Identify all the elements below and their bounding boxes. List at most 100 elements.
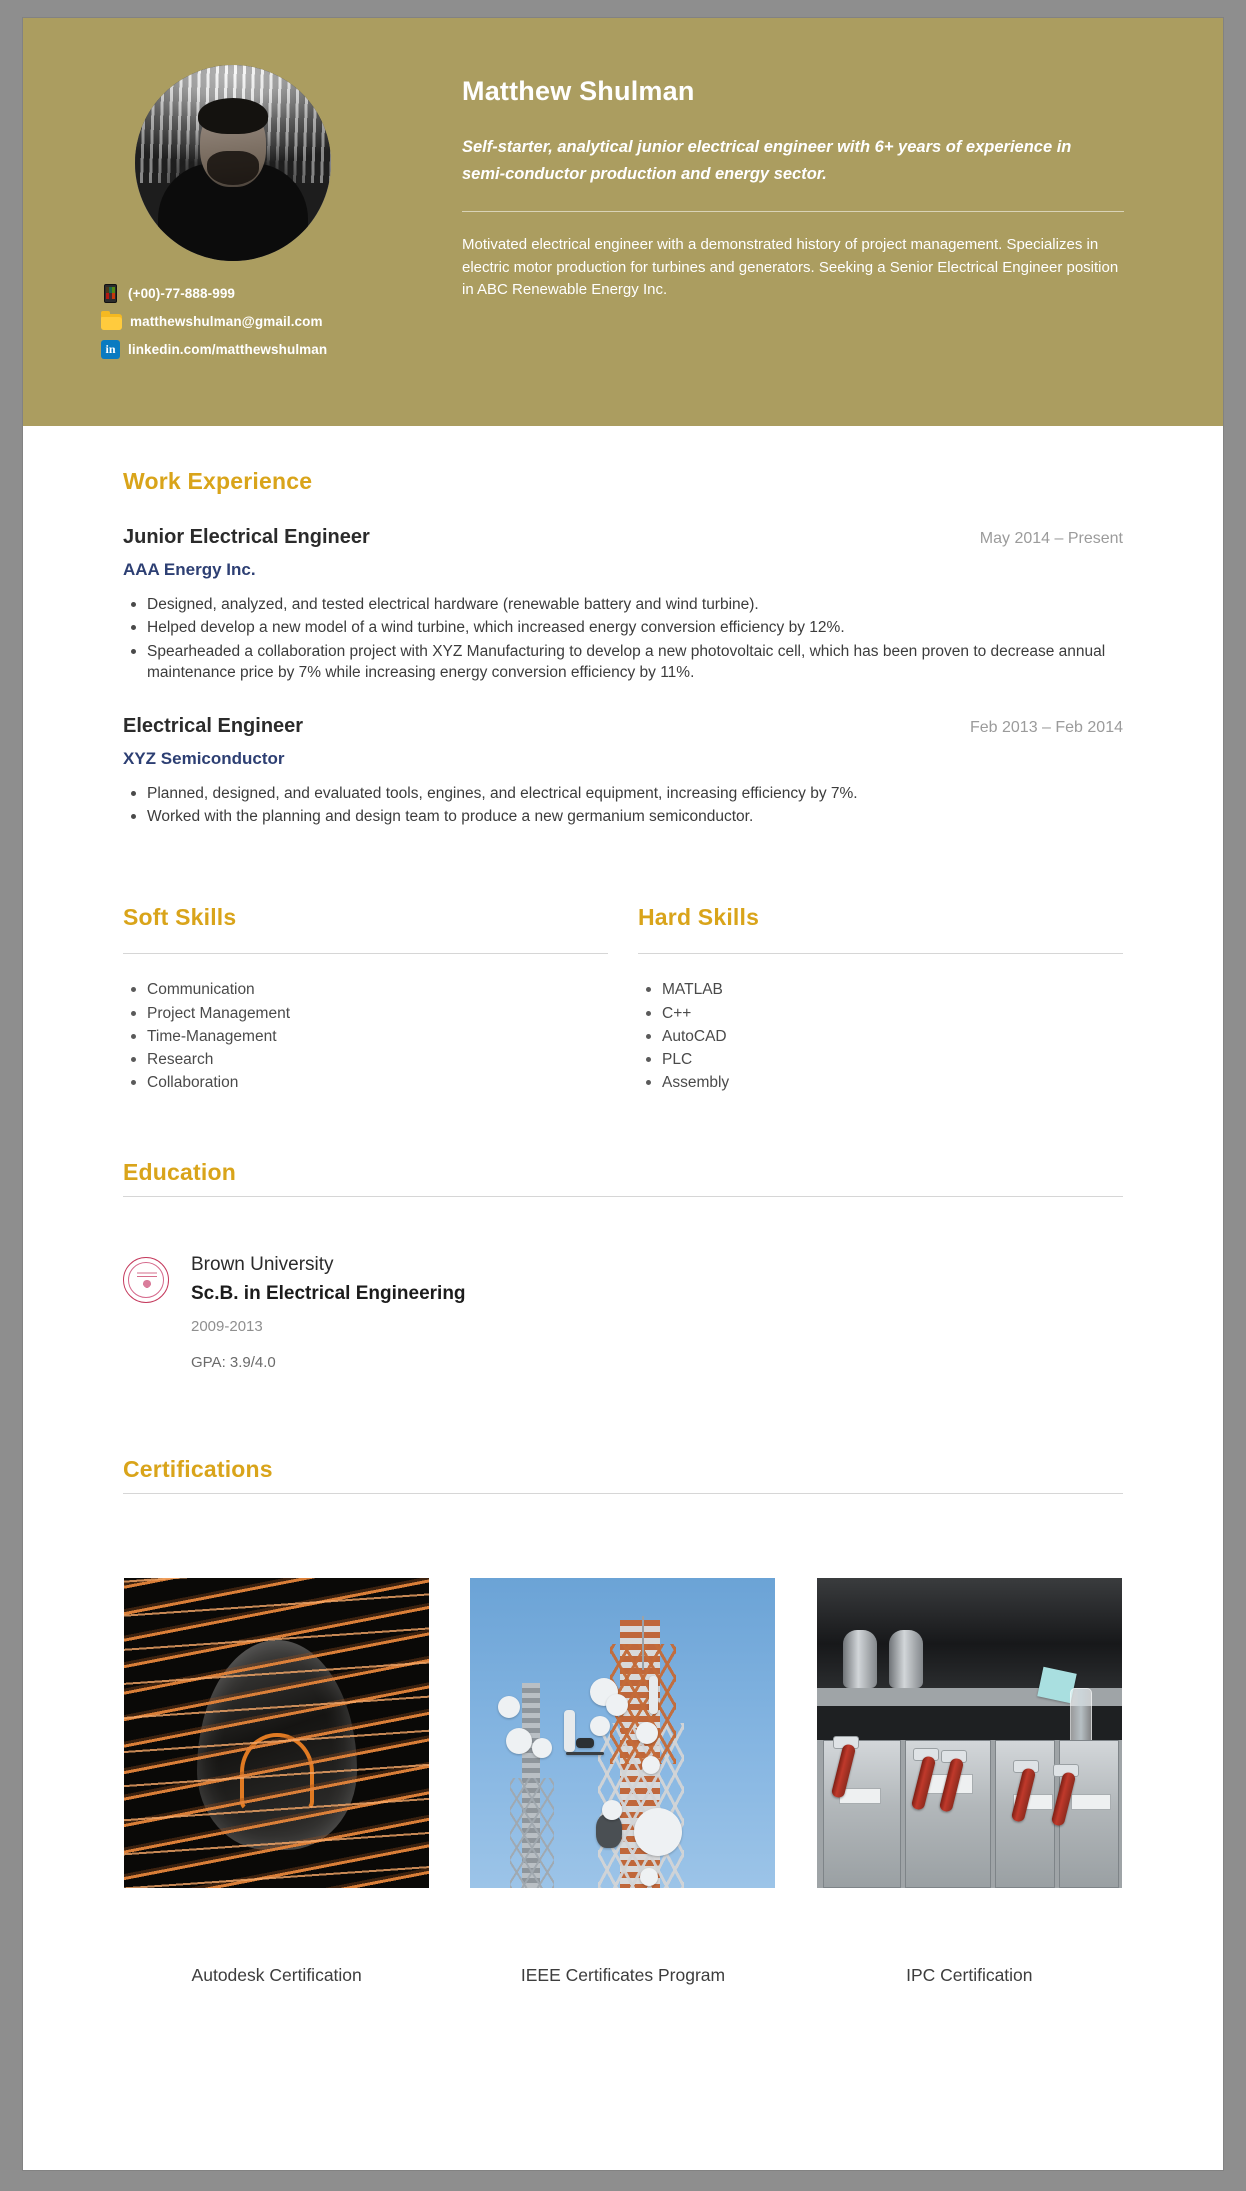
- tower-dish: [640, 1867, 659, 1886]
- tower-dish: [642, 1755, 661, 1774]
- tower-dish: [498, 1695, 521, 1718]
- section-title-work: Work Experience: [123, 468, 313, 494]
- job-entry: Electrical Engineer Feb 2013 – Feb 2014 …: [123, 715, 1123, 828]
- contact-email-text: matthewshulman@gmail.com: [130, 314, 323, 329]
- section-title-hard-skills: Hard Skills: [638, 904, 760, 931]
- job-bullet: Spearheaded a collaboration project with…: [123, 641, 1123, 684]
- job-date: May 2014 – Present: [979, 530, 1123, 547]
- contact-row-linkedin[interactable]: in linkedin.com/matthewshulman: [101, 339, 442, 360]
- tower-dish: [532, 1737, 553, 1758]
- page-frame: (+00)-77-888-999 matthewshulman@gmail.co…: [0, 0, 1246, 2191]
- tower-dish: [636, 1721, 659, 1744]
- section-title-soft-skills: Soft Skills: [123, 904, 237, 931]
- list-item: Research: [123, 1048, 608, 1071]
- tower-dish: [634, 1807, 683, 1856]
- education-entry: Brown University Sc.B. in Electrical Eng…: [123, 1254, 1123, 1371]
- education-details: Brown University Sc.B. in Electrical Eng…: [191, 1254, 466, 1371]
- resume-document: (+00)-77-888-999 matthewshulman@gmail.co…: [23, 18, 1223, 2170]
- section-skills: Soft Skills Communication Project Manage…: [123, 829, 1123, 1094]
- tower-antenna-panel: [649, 1675, 659, 1714]
- list-item: PLC: [638, 1048, 1123, 1071]
- tower-dish: [590, 1715, 611, 1736]
- certifications-divider: [123, 1492, 1123, 1494]
- tower-dish: [602, 1799, 623, 1820]
- avatar-hair: [197, 98, 268, 134]
- list-item: Collaboration: [123, 1071, 608, 1094]
- tower-whip-antenna: [642, 1615, 645, 1670]
- certification-card: IEEE Certificates Program: [469, 1577, 776, 1986]
- section-work-experience: Work Experience Junior Electrical Engine…: [123, 426, 1123, 827]
- hard-skills-divider: [638, 953, 1123, 955]
- list-item: Project Management: [123, 1002, 608, 1025]
- phone-icon: [104, 284, 117, 303]
- switchgear-cylinder: [888, 1629, 923, 1688]
- section-hard-skills: Hard Skills MATLAB C++ AutoCAD PLC Assem…: [638, 904, 1123, 1094]
- certification-caption: IEEE Certificates Program: [520, 1964, 726, 1985]
- education-gpa: GPA: 3.9/4.0: [191, 1353, 276, 1371]
- section-title-certifications: Certifications: [123, 1455, 273, 1482]
- education-school: Brown University: [191, 1253, 334, 1275]
- job-header: Electrical Engineer Feb 2013 – Feb 2014: [123, 715, 1123, 738]
- tower-dish: [606, 1693, 629, 1716]
- list-item: AutoCAD: [638, 1025, 1123, 1048]
- avatar-beard: [206, 151, 259, 185]
- tower-antenna-panel: [564, 1709, 576, 1752]
- education-divider: [123, 1195, 1123, 1197]
- candidate-name: Matthew Shulman: [462, 76, 695, 106]
- tower-lattice-left: [510, 1777, 555, 1888]
- job-company: XYZ Semiconductor: [123, 748, 285, 768]
- candidate-tagline: Self-starter, analytical junior electric…: [462, 138, 1072, 183]
- job-title: Electrical Engineer: [123, 714, 304, 737]
- soft-skills-list: Communication Project Management Time-Ma…: [123, 978, 608, 1094]
- cabinet-label: [1070, 1793, 1111, 1810]
- wire-strands-overlay: [124, 1577, 430, 1888]
- job-company: AAA Energy Inc.: [123, 560, 256, 579]
- job-bullet: Planned, designed, and evaluated tools, …: [123, 783, 1123, 804]
- cell-tower-photo: [470, 1577, 776, 1888]
- certification-card: Autodesk Certification: [123, 1577, 430, 1986]
- job-header: Junior Electrical Engineer May 2014 – Pr…: [123, 526, 1123, 549]
- tower-antenna-panel: [566, 1751, 605, 1755]
- contact-list: (+00)-77-888-999 matthewshulman@gmail.co…: [23, 283, 442, 360]
- education-years: 2009-2013: [191, 1317, 263, 1335]
- university-seal-icon: [123, 1256, 169, 1303]
- email-folder-icon: [101, 310, 122, 330]
- switchgear-cabinet: [822, 1739, 901, 1888]
- list-item: Communication: [123, 978, 608, 1001]
- section-certifications: Certifications Autodesk Certification IE…: [123, 1371, 1123, 1986]
- header-left-column: (+00)-77-888-999 matthewshulman@gmail.co…: [23, 18, 442, 426]
- certification-caption: IPC Certification: [906, 1964, 1033, 1985]
- switchgear-cylinder: [842, 1629, 877, 1688]
- list-item: C++: [638, 1002, 1123, 1025]
- contact-row-phone[interactable]: (+00)-77-888-999: [101, 283, 442, 304]
- job-bullet: Worked with the planning and design team…: [123, 806, 1123, 827]
- section-soft-skills: Soft Skills Communication Project Manage…: [123, 904, 608, 1094]
- resume-body: Work Experience Junior Electrical Engine…: [23, 426, 1223, 1986]
- certification-card: IPC Certification: [816, 1577, 1123, 1986]
- tower-dish: [506, 1727, 533, 1754]
- resume-header: (+00)-77-888-999 matthewshulman@gmail.co…: [23, 18, 1223, 426]
- header-right-column: Matthew Shulman Self-starter, analytical…: [442, 18, 1223, 426]
- soft-skills-divider: [123, 953, 608, 955]
- certification-caption: Autodesk Certification: [191, 1964, 362, 1985]
- list-item: Assembly: [638, 1071, 1123, 1094]
- contact-row-email[interactable]: matthewshulman@gmail.com: [101, 310, 442, 332]
- job-bullet: Helped develop a new model of a wind tur…: [123, 617, 1123, 638]
- contact-phone-text: (+00)-77-888-999: [128, 286, 236, 301]
- job-bullet: Designed, analyzed, and tested electrica…: [123, 594, 1123, 615]
- job-bullet-list: Designed, analyzed, and tested electrica…: [123, 594, 1123, 684]
- copper-wires-lightbulb-photo: [124, 1577, 430, 1888]
- section-education: Education Brown University Sc.B. in Elec…: [123, 1095, 1123, 1371]
- avatar: [134, 65, 331, 261]
- job-date: Feb 2013 – Feb 2014: [969, 718, 1123, 736]
- hard-skills-list: MATLAB C++ AutoCAD PLC Assembly: [638, 978, 1123, 1094]
- electrical-switchgear-photo: [816, 1577, 1122, 1888]
- linkedin-icon: in: [101, 340, 120, 359]
- job-entry: Junior Electrical Engineer May 2014 – Pr…: [123, 526, 1123, 684]
- header-divider: [462, 211, 1124, 213]
- contact-linkedin-text: linkedin.com/matthewshulman: [128, 342, 328, 357]
- education-degree: Sc.B. in Electrical Engineering: [191, 1282, 466, 1304]
- candidate-summary: Motivated electrical engineer with a dem…: [462, 236, 1119, 299]
- tower-antenna-panel: [576, 1737, 595, 1748]
- section-title-education: Education: [123, 1158, 236, 1185]
